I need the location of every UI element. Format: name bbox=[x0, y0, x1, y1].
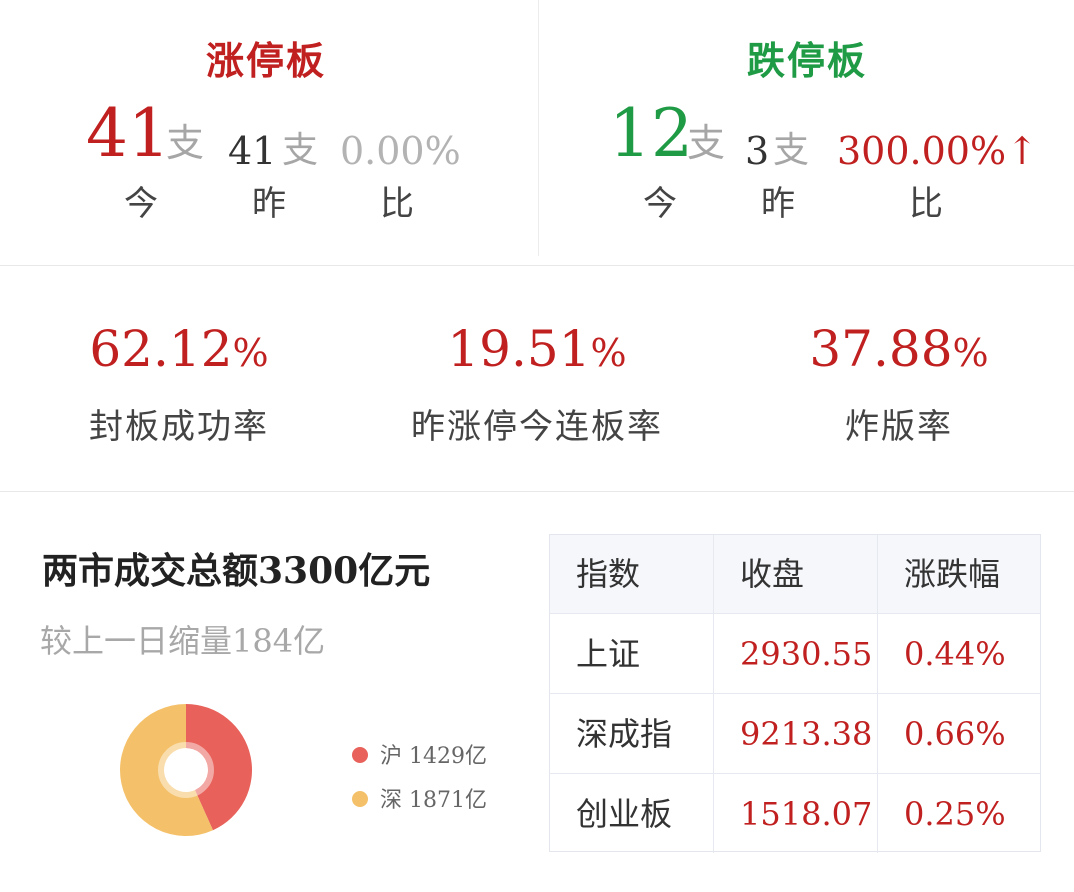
index-name: 上证 bbox=[576, 635, 641, 673]
index-close: 2930.55 bbox=[713, 614, 877, 693]
seal-success-rate-value: 62.12% bbox=[89, 320, 269, 378]
limit-board-section: 涨停板 41 支 41 支 0.00% 今 昨 比 跌停板 12 支 3 支 3… bbox=[0, 0, 1074, 266]
legend-dot-sz bbox=[352, 791, 368, 807]
index-table: 指数 收盘 涨跌幅 上证 2930.55 0.44% 深成指 9213.38 0… bbox=[549, 534, 1041, 853]
turnover-title: 两市成交总额3300亿元 bbox=[42, 550, 431, 592]
rate-stats-section: 62.12% 封板成功率 19.51% 昨涨停今连板率 37.88% 炸版率 bbox=[0, 267, 1074, 492]
limit-up-label-ratio: 比 bbox=[380, 184, 414, 224]
table-row: 深成指 9213.38 0.66% bbox=[550, 693, 1040, 773]
broken-board-rate-value: 37.88% bbox=[809, 320, 989, 378]
header-index: 指数 bbox=[576, 555, 641, 593]
limit-up-panel: 涨停板 41 支 41 支 0.00% 今 昨 比 bbox=[0, 0, 538, 266]
limit-down-yesterday-unit: 支 bbox=[773, 130, 810, 171]
legend-item-sh: 沪 1429亿 bbox=[352, 742, 487, 772]
broken-board-rate-label: 炸版率 bbox=[845, 407, 953, 447]
turnover-donut-chart bbox=[120, 704, 253, 836]
consecutive-board-rate-value: 19.51% bbox=[447, 320, 627, 378]
index-close: 9213.38 bbox=[713, 694, 877, 773]
limit-down-label-yesterday: 昨 bbox=[761, 184, 795, 224]
limit-down-panel: 跌停板 12 支 3 支 300.00%↑ 今 昨 比 bbox=[539, 0, 1074, 266]
turnover-subtitle: 较上一日缩量184亿 bbox=[40, 622, 326, 660]
limit-down-ratio: 300.00%↑ bbox=[837, 129, 1038, 173]
limit-down-yesterday-count: 3 bbox=[745, 129, 770, 173]
limit-down-title: 跌停板 bbox=[747, 38, 868, 83]
index-change: 0.44% bbox=[877, 614, 1040, 693]
legend-label-sh: 沪 1429亿 bbox=[380, 744, 487, 769]
legend-item-sz: 深 1871亿 bbox=[352, 786, 487, 816]
limit-up-today-unit: 支 bbox=[166, 121, 205, 165]
limit-up-ratio: 0.00% bbox=[340, 129, 461, 173]
seal-success-rate-label: 封板成功率 bbox=[89, 407, 269, 447]
donut-inner-ring bbox=[158, 742, 214, 798]
legend-label-sz: 深 1871亿 bbox=[380, 788, 487, 813]
limit-up-yesterday-unit: 支 bbox=[282, 130, 319, 171]
limit-down-label-today: 今 bbox=[643, 184, 677, 224]
header-change: 涨跌幅 bbox=[877, 535, 1040, 613]
index-close: 1518.07 bbox=[713, 774, 877, 853]
limit-up-label-today: 今 bbox=[124, 184, 158, 224]
index-change: 0.25% bbox=[877, 774, 1040, 853]
legend-dot-sh bbox=[352, 747, 368, 763]
index-name: 创业板 bbox=[576, 795, 673, 833]
table-row: 创业板 1518.07 0.25% bbox=[550, 773, 1040, 853]
limit-down-today-count: 12 bbox=[609, 95, 693, 172]
limit-up-title: 涨停板 bbox=[206, 38, 327, 83]
index-name: 深成指 bbox=[576, 715, 673, 753]
header-close: 收盘 bbox=[713, 535, 877, 613]
limit-up-today-count: 41 bbox=[86, 95, 170, 172]
table-header-row: 指数 收盘 涨跌幅 bbox=[550, 535, 1040, 613]
table-row: 上证 2930.55 0.44% bbox=[550, 613, 1040, 693]
limit-down-label-ratio: 比 bbox=[909, 184, 943, 224]
limit-up-label-yesterday: 昨 bbox=[252, 184, 286, 224]
index-change: 0.66% bbox=[877, 694, 1040, 773]
consecutive-board-rate-label: 昨涨停今连板率 bbox=[411, 407, 663, 447]
limit-down-today-unit: 支 bbox=[687, 121, 726, 165]
limit-up-yesterday-count: 41 bbox=[228, 129, 277, 173]
